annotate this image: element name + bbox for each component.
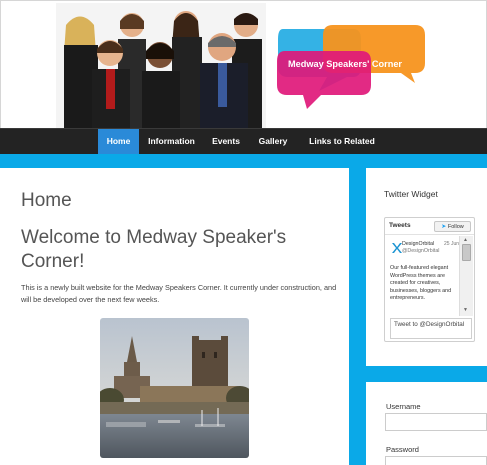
scroll-down-icon[interactable]: ▼ [463, 307, 468, 313]
timeline-header: Tweets ➤ Follow [385, 218, 474, 235]
twitter-timeline: Tweets ➤ Follow DesignOrbital 25 Jun @De… [384, 217, 475, 342]
widget-title: Twitter Widget [384, 189, 438, 199]
tweet-body: Our full-featured elegant WordPress them… [390, 265, 452, 301]
password-input[interactable] [385, 456, 487, 465]
tweets-label: Tweets [389, 222, 411, 229]
follow-button[interactable]: ➤ Follow [434, 221, 471, 232]
site-header: Medway Speakers' Corner [0, 0, 487, 129]
nav-item-home[interactable]: Home [98, 129, 139, 154]
twitter-bird-icon: ➤ [441, 224, 447, 230]
welcome-heading: Welcome to Medway Speaker's Corner! [21, 227, 287, 272]
scroll-up-icon[interactable]: ▲ [463, 237, 468, 243]
timeline-scrollbar[interactable]: ▲ ▼ [459, 236, 473, 316]
logo-text: Medway Speakers' Corner [288, 59, 402, 69]
site-logo[interactable]: Medway Speakers' Corner [263, 19, 427, 111]
password-label: Password [386, 445, 419, 454]
castle-photo [100, 318, 249, 458]
nav-item-gallery[interactable]: Gallery [252, 129, 294, 154]
tweet-date[interactable]: 25 Jun [444, 241, 459, 247]
page-title: Home [21, 190, 72, 211]
username-label: Username [386, 402, 421, 411]
intro-paragraph: This is a newly built website for the Me… [21, 283, 337, 304]
tweet-handle[interactable]: @DesignOrbital [402, 248, 439, 254]
header-people-photo [56, 3, 266, 129]
scrollbar-thumb[interactable] [462, 244, 471, 261]
nav-item-events[interactable]: Events [206, 129, 246, 154]
follow-label: Follow [447, 224, 464, 230]
main-nav: Home Information Events Gallery Links to… [0, 128, 487, 171]
nav-item-information[interactable]: Information [143, 129, 200, 154]
tweet-to-box[interactable]: Tweet to @DesignOrbital [390, 318, 472, 339]
nav-item-links[interactable]: Links to Related Sites [298, 129, 386, 171]
tweet-item[interactable]: DesignOrbital 25 Jun @DesignOrbital Our … [385, 236, 465, 316]
username-input[interactable] [385, 413, 487, 431]
